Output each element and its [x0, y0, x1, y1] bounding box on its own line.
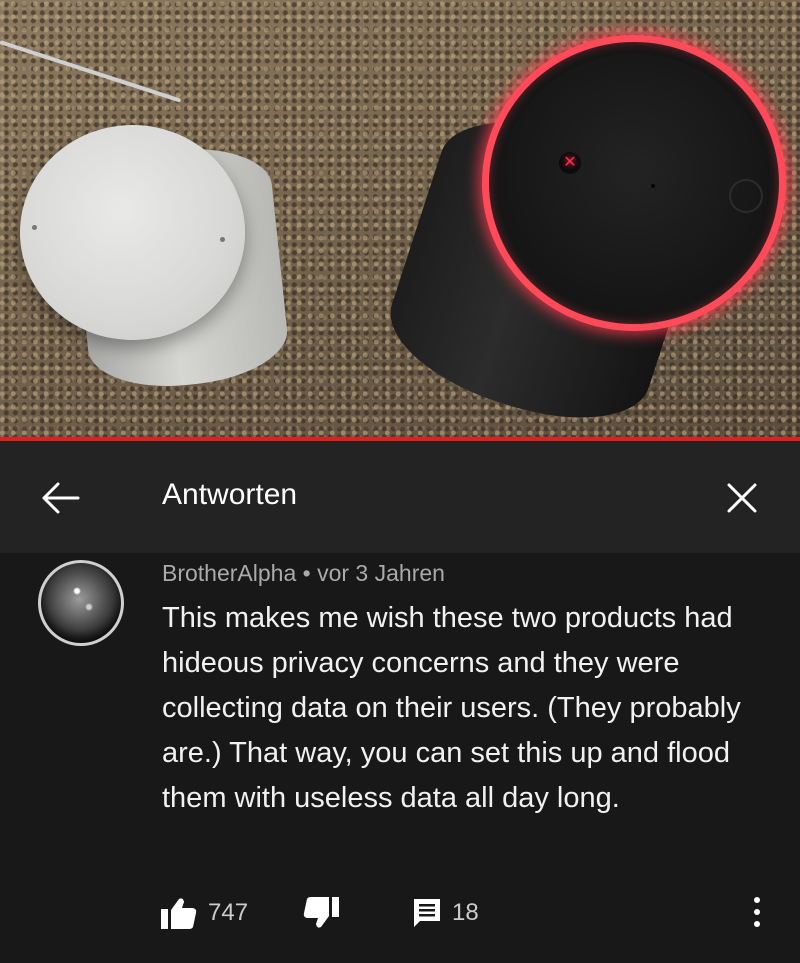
- microphone-mute-icon: ✕: [559, 152, 581, 174]
- dislike-action: [302, 893, 340, 933]
- reply-header: [0, 441, 800, 553]
- page-title: Antworten: [162, 478, 298, 511]
- amazon-echo-device: ✕: [482, 35, 786, 331]
- comment-author[interactable]: BrotherAlpha: [162, 560, 296, 586]
- arrow-left-icon: [42, 482, 80, 514]
- echo-top-surface: ✕: [501, 54, 767, 312]
- reply-count: 18: [452, 899, 479, 926]
- home-indicator-dot: [220, 237, 225, 242]
- meta-separator: •: [302, 560, 311, 586]
- cable: [0, 40, 182, 103]
- more-options-button[interactable]: [740, 888, 774, 936]
- back-button[interactable]: [30, 474, 90, 522]
- echo-action-button: [729, 179, 763, 213]
- more-vertical-icon: [754, 897, 760, 903]
- home-indicator-dot: [32, 225, 37, 230]
- echo-microphone-hole: [651, 184, 655, 188]
- like-count: 747: [208, 899, 249, 926]
- comment-icon[interactable]: [412, 897, 442, 929]
- reply-action: 18: [412, 893, 479, 933]
- avatar[interactable]: [38, 560, 124, 646]
- close-button[interactable]: [712, 474, 772, 522]
- google-home-device: [20, 125, 245, 340]
- comment-timestamp: vor 3 Jahren: [317, 560, 445, 586]
- close-icon: [727, 483, 757, 513]
- video-frame[interactable]: ✕: [0, 0, 800, 440]
- thumbs-down-icon[interactable]: [302, 896, 340, 930]
- like-action: 747: [160, 893, 248, 933]
- comment-text: This makes me wish these two products ha…: [162, 602, 741, 814]
- comment-meta: BrotherAlpha • vor 3 Jahren: [162, 560, 445, 587]
- thumbs-up-icon[interactable]: [160, 896, 198, 930]
